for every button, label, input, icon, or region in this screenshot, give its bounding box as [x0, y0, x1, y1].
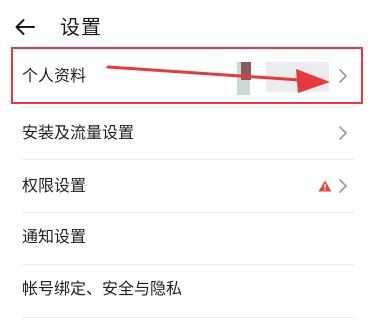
settings-row-label: 安装及流量设置: [22, 123, 135, 142]
header-bar: 设置: [0, 0, 375, 48]
chevron-right-icon: [337, 160, 349, 212]
settings-row-label: 通知设置: [22, 227, 87, 246]
divider: [22, 317, 355, 318]
settings-row-notifications[interactable]: 通知设置: [0, 211, 375, 263]
chevron-right-icon: [337, 50, 349, 102]
page-title: 设置: [60, 15, 102, 39]
settings-screen: 设置 个人资料 安装及流量设置 权限设置 通知设置 帐号绑定、安全与隐私: [0, 0, 375, 324]
chevron-right-icon: [337, 107, 349, 159]
settings-row-permissions[interactable]: 权限设置: [0, 160, 375, 212]
back-button[interactable]: [8, 13, 42, 41]
settings-row-account-security[interactable]: 帐号绑定、安全与隐私: [0, 263, 375, 315]
settings-row-label: 个人资料: [22, 66, 87, 85]
warning-triangle-icon: [317, 160, 333, 212]
redacted-name-block: [266, 62, 329, 92]
settings-row-install-traffic[interactable]: 安装及流量设置: [0, 107, 375, 159]
redacted-avatar-block: [241, 62, 251, 80]
arrow-left-icon: [14, 18, 36, 36]
settings-row-label: 权限设置: [22, 176, 87, 195]
settings-row-label: 帐号绑定、安全与隐私: [22, 279, 183, 298]
